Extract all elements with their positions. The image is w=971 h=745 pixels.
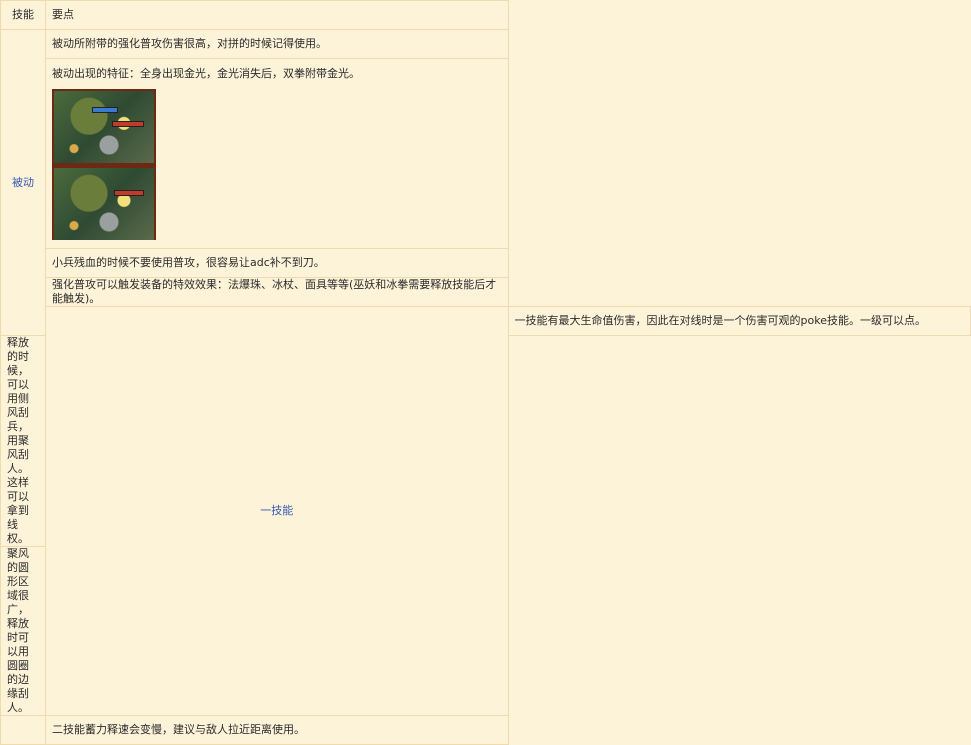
tip-cell: 一技能有最大生命值伤害，因此在对线时是一个伤害可观的poke技能。一级可以点。 [507,306,971,336]
table-row: 一技能 一技能有最大生命值伤害，因此在对线时是一个伤害可观的poke技能。一级可… [1,306,971,716]
tip-cell: 二技能蓄力释速会变慢，建议与敌人拉近距离使用。 [45,715,509,745]
table-header-row: 技能 要点 [0,0,971,30]
tip-cell: 聚风的圆形区域很广，释放时可以用圆圈的边缘刮人。 [0,546,46,716]
health-bar [92,107,118,113]
gameplay-screenshot [52,89,156,240]
table-row: 被动出现的特征：全身出现金光，金光消失后，双拳附带金光。 [1,58,971,249]
skill-link-passive[interactable]: 被动 [12,176,34,189]
tip-cell: 强化普攻可以触发装备的特效效果：法爆珠、冰杖、面具等等(巫妖和冰拳需要释放技能后… [45,277,509,307]
screenshot-frame-top [54,91,154,163]
tip-cell: 小兵残血的时候不要使用普攻，很容易让adc补不到刀。 [45,248,509,278]
tip-text: 被动出现的特征：全身出现金光，金光消失后，双拳附带金光。 [52,67,360,80]
table-row: 强化普攻可以触发装备的特效效果：法爆珠、冰杖、面具等等(巫妖和冰拳需要释放技能后… [1,277,971,307]
health-bar [112,121,144,127]
skill-cell-q: 一技能 [45,306,509,716]
header-points: 要点 [45,0,509,30]
skill-tips-table: 技能 要点 被动 被动所附带的强化普攻伤害很高，对拼的时候记得使用。 被动出现的… [0,0,971,745]
table-row: 被动 被动所附带的强化普攻伤害很高，对拼的时候记得使用。 [0,29,971,336]
tip-cell: 释放的时候，可以用侧风刮兵，用聚风刮人。这样可以拿到线权。 [0,335,46,547]
header-skill: 技能 [0,0,46,30]
skill-cell-passive: 被动 [0,29,46,336]
tip-cell-with-image: 被动出现的特征：全身出现金光，金光消失后，双拳附带金光。 [45,58,509,249]
health-bar [114,190,144,196]
table-row: 小兵残血的时候不要使用普攻，很容易让adc补不到刀。 [1,248,971,278]
tip-cell: 被动所附带的强化普攻伤害很高，对拼的时候记得使用。 [45,29,509,59]
skill-link-q[interactable]: 一技能 [260,504,293,517]
screenshot-frame-bottom [54,168,154,240]
skill-cell-empty [0,715,46,745]
table-row: 二技能蓄力释速会变慢，建议与敌人拉近距离使用。 [0,715,971,745]
